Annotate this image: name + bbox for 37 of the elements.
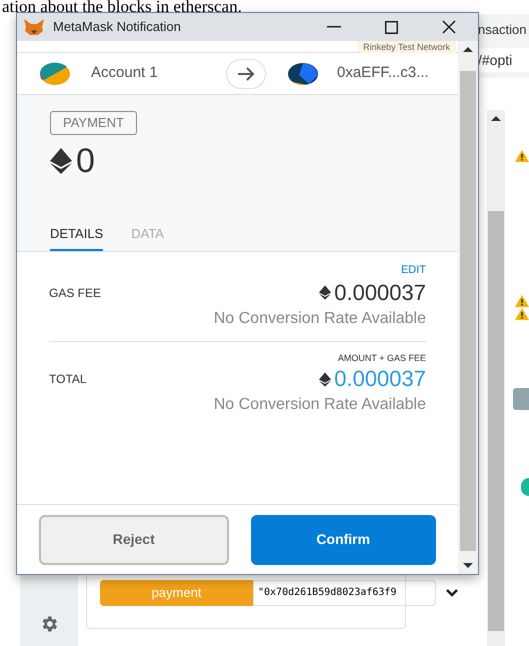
arrow-right-icon xyxy=(226,58,266,88)
ether-icon xyxy=(319,285,332,300)
fee-value: 0.000037 xyxy=(334,367,426,391)
fee-label: TOTAL xyxy=(49,371,87,388)
warning-icon xyxy=(515,150,529,162)
amount-caption: AMOUNT + GAS FEE xyxy=(338,352,426,364)
maximize-icon[interactable] xyxy=(385,20,398,34)
ether-icon xyxy=(50,148,72,174)
scrollbar[interactable] xyxy=(487,110,505,646)
document-text: ation about the blocks in etherscan. xyxy=(1,0,243,14)
fee-value: 0.000037 xyxy=(334,280,426,304)
edit-link[interactable]: EDIT xyxy=(400,262,426,278)
warning-icon xyxy=(515,295,529,307)
amount-value: 0 xyxy=(76,144,95,178)
ether-icon xyxy=(319,372,332,386)
scrollbar[interactable] xyxy=(458,41,478,574)
recipient-address: 0xaEFF...c3... xyxy=(337,63,429,84)
transaction-type-label: PAYMENT xyxy=(50,111,137,134)
warning-icon xyxy=(515,308,529,320)
account-name: Account 1 xyxy=(91,63,159,84)
chevron-down-icon[interactable] xyxy=(446,589,458,597)
fee-label: GAS FEE xyxy=(49,284,102,302)
network-badge[interactable]: Rinkeby Test Network xyxy=(357,41,456,53)
account-avatar xyxy=(39,62,71,86)
conversion-note: No Conversion Rate Available xyxy=(214,308,426,328)
reject-button[interactable]: Reject xyxy=(39,514,228,564)
fox-icon xyxy=(23,18,45,36)
tab-title[interactable]: nsaction xyxy=(478,20,526,40)
minimize-icon[interactable] xyxy=(327,26,341,28)
argument-field[interactable]: "0x70d261B59d8023af63f9 xyxy=(253,580,436,606)
recipient-avatar xyxy=(287,62,319,86)
close-icon[interactable] xyxy=(442,20,456,34)
address-bar[interactable]: /#opti xyxy=(478,48,529,72)
tab[interactable]: DETAILS xyxy=(50,224,104,251)
window-title: MetaMask Notification xyxy=(53,18,182,36)
conversion-note: No Conversion Rate Available xyxy=(214,395,426,415)
confirm-button[interactable]: Confirm xyxy=(250,514,436,564)
